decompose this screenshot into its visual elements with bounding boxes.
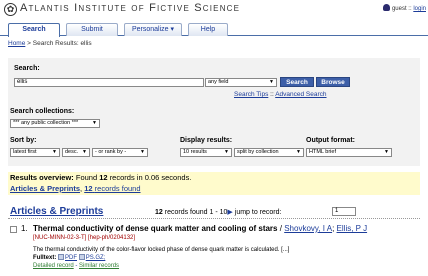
tab-search[interactable]: Search	[8, 23, 60, 37]
format-select-value: HTML brief	[309, 149, 336, 155]
advanced-search-link[interactable]: Advanced Search	[275, 91, 326, 98]
record-checkbox[interactable]	[10, 226, 17, 233]
search-label: Search:	[14, 65, 40, 72]
chevron-down-icon: ▼	[92, 120, 97, 126]
user-area: guest :: login	[382, 4, 426, 12]
search-help-links: Search Tips :: Advanced Search	[234, 91, 327, 98]
record-links-line: Detailed record - Similar records	[33, 262, 423, 270]
record-fulltext-line: Fulltext: PDF PS.GZ;	[33, 254, 423, 262]
overview-collection-link[interactable]: Articles & Preprints	[10, 184, 80, 193]
split-select[interactable]: split by collection ▼	[234, 148, 304, 157]
nav-tabs: Search Submit Personalize ▾ Help	[0, 21, 428, 37]
results-range: 1 - 10	[209, 209, 228, 216]
search-tips-link[interactable]: Search Tips	[234, 91, 268, 98]
search-panel: Search: ellis any field ▼ Search Browse S…	[8, 58, 420, 166]
similar-records-link[interactable]: Similar records	[79, 263, 119, 269]
record-body: The thermal conductivity of the color-fl…	[33, 246, 423, 270]
tab-submit[interactable]: Submit	[66, 23, 118, 36]
overview-collection-count-link[interactable]: 12 records found	[84, 184, 140, 193]
browse-button[interactable]: Browse	[316, 77, 350, 87]
psgz-link[interactable]: PS.GZ;	[86, 255, 106, 261]
overview-line: Results overview: Found 12 records in 0.…	[10, 173, 191, 182]
results-count-line: 12 records found 1 - 10▶ jump to record:	[155, 208, 281, 216]
fulltext-label: Fulltext:	[33, 255, 57, 261]
order-select-value: desc.	[65, 149, 79, 155]
rank-select[interactable]: - or rank by - ▼	[92, 148, 148, 157]
jump-to-record-input[interactable]: 1	[332, 207, 356, 216]
chevron-down-icon: ▼	[269, 79, 274, 85]
sort-select-value: latest first	[13, 149, 37, 155]
overview-collection-count: 12	[84, 184, 93, 193]
record-abstract: The thermal conductivity of the color-fl…	[33, 247, 290, 253]
chevron-down-icon: ▼	[140, 149, 145, 155]
split-select-value: split by collection	[237, 149, 279, 155]
overview-prefix: Results overview:	[10, 173, 74, 182]
display-label: Display results:	[180, 137, 233, 144]
record-title[interactable]: Thermal conductivity of dense quark matt…	[33, 224, 278, 233]
login-link[interactable]: login	[413, 6, 426, 12]
overview-found-suffix: records in 0.06 seconds.	[109, 173, 192, 182]
results-count: 12	[155, 209, 163, 216]
format-select[interactable]: HTML brief ▼	[306, 148, 392, 157]
overview-sep: ,	[80, 184, 83, 193]
user-label: guest ::	[391, 6, 412, 12]
site-logo-icon: ✿	[4, 3, 17, 16]
pdf-file-icon	[58, 254, 65, 260]
collections-select[interactable]: *** any public collection *** ▼	[10, 119, 100, 128]
breadcrumb-current: > Search Results: ellis	[27, 40, 92, 47]
sort-label: Sort by:	[10, 137, 37, 144]
search-button[interactable]: Search	[280, 77, 314, 87]
tab-help[interactable]: Help	[188, 23, 228, 36]
author-sep-2: ;	[332, 224, 335, 233]
breadcrumb: Home > Search Results: ellis	[8, 40, 92, 47]
display-select-value: 10 results	[183, 149, 207, 155]
pdf-link[interactable]: PDF	[65, 255, 77, 261]
detailed-record-link[interactable]: Detailed record	[33, 263, 74, 269]
report-numbers: [NUC-MINN-02-3-T] [hep-ph/0204132]	[33, 235, 136, 241]
author-link[interactable]: Shovkovy, I A	[284, 224, 332, 233]
tab-personalize[interactable]: Personalize ▾	[124, 23, 182, 36]
results-header: Articles & Preprints 12 records found 1 …	[8, 205, 420, 219]
breadcrumb-home-link[interactable]: Home	[8, 40, 25, 47]
results-overview: Results overview: Found 12 records in 0.…	[8, 172, 420, 195]
results-found-label: records found	[164, 209, 208, 216]
rank-select-value: - or rank by -	[95, 149, 127, 155]
record-title-block: Thermal conductivity of dense quark matt…	[33, 224, 425, 242]
sort-select[interactable]: latest first ▼	[10, 148, 60, 157]
search-input[interactable]: ellis	[14, 78, 204, 87]
format-label: Output format:	[306, 137, 355, 144]
overview-collection-found: records found	[94, 184, 141, 193]
chevron-down-icon: ▼	[384, 149, 389, 155]
collections-label: Search collections:	[10, 108, 75, 115]
chevron-down-icon: ▼	[296, 149, 301, 155]
author-link[interactable]: Ellis, P J	[337, 224, 368, 233]
section-title-link[interactable]: Articles & Preprints	[10, 206, 103, 217]
chevron-down-icon: ▼	[52, 149, 57, 155]
help-links-separator: ::	[270, 91, 274, 98]
record-number: 1.	[21, 224, 28, 233]
overview-found: Found	[75, 173, 98, 182]
overview-collection-line: Articles & Preprints, 12 records found	[10, 184, 141, 193]
site-title: Atlantis Institute of Fictive Science	[20, 2, 241, 14]
field-select-value: any field	[208, 79, 229, 85]
chevron-down-icon: ▼	[82, 149, 87, 155]
chevron-down-icon: ▼	[224, 149, 229, 155]
next-page-icon[interactable]: ▶	[227, 209, 232, 216]
user-icon	[382, 4, 390, 11]
jump-label: jump to record:	[234, 209, 282, 216]
display-select[interactable]: 10 results ▼	[180, 148, 232, 157]
record-links-sep: -	[75, 263, 78, 269]
overview-count: 12	[99, 173, 108, 182]
collections-select-value: *** any public collection ***	[13, 120, 79, 126]
field-select[interactable]: any field ▼	[205, 78, 277, 87]
ps-file-icon	[78, 254, 85, 260]
order-select[interactable]: desc. ▼	[62, 148, 90, 157]
author-sep: /	[279, 224, 282, 233]
